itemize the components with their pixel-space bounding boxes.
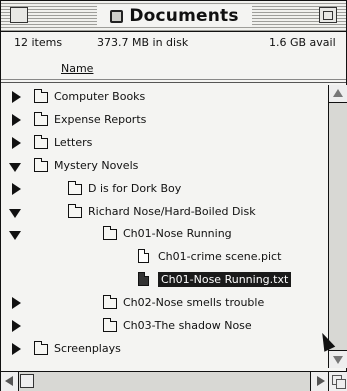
folder-window-icon xyxy=(110,9,124,23)
window-title: Documents xyxy=(129,6,239,26)
list-item[interactable]: Computer Books xyxy=(1,87,328,109)
list-item-label: Richard Nose/Hard-Boiled Disk xyxy=(88,204,256,218)
column-header-bar: Name xyxy=(1,55,346,83)
document-icon xyxy=(138,272,149,287)
list-item[interactable]: Ch02-Nose smells trouble xyxy=(1,293,328,315)
scroll-thumb[interactable] xyxy=(20,374,34,388)
horizontal-scrollbar[interactable] xyxy=(1,371,328,391)
list-item[interactable]: Letters xyxy=(1,133,328,155)
disk-usage: 373.7 MB in disk xyxy=(97,36,189,49)
disclosure-open-icon[interactable] xyxy=(9,208,21,218)
list-item-label: Ch01-crime scene.pict xyxy=(158,250,282,264)
folder-icon xyxy=(34,134,48,149)
scroll-right-arrow-icon[interactable] xyxy=(310,372,328,391)
list-item-label: Ch02-Nose smells trouble xyxy=(123,296,265,310)
folder-icon xyxy=(103,226,117,241)
finder-window: Documents 12 items 373.7 MB in disk 1.6 … xyxy=(0,0,347,391)
folder-icon xyxy=(103,295,117,310)
list-item-label: Computer Books xyxy=(54,90,146,103)
list-item[interactable]: Expense Reports xyxy=(1,110,328,132)
list-item[interactable]: Screenplays xyxy=(1,339,328,361)
list-item-label: Ch01-Nose Running xyxy=(123,227,232,241)
disclosure-closed-icon[interactable] xyxy=(12,136,21,149)
available-space: 1.6 GB avail xyxy=(269,36,336,49)
list-item-label: Screenplays xyxy=(54,341,121,355)
scroll-down-arrow-icon[interactable] xyxy=(329,350,347,368)
disclosure-closed-icon[interactable] xyxy=(12,91,21,103)
item-count: 12 items xyxy=(14,36,63,49)
info-bar: 12 items 373.7 MB in disk 1.6 GB avail xyxy=(1,32,346,52)
list-item[interactable]: Ch01-crime scene.pict xyxy=(1,247,328,269)
title-bar[interactable]: Documents xyxy=(1,1,346,32)
disclosure-open-icon[interactable] xyxy=(9,162,21,172)
list-item[interactable]: Mystery Novels xyxy=(1,156,328,178)
scroll-up-arrow-icon[interactable] xyxy=(329,85,347,103)
folder-icon xyxy=(68,203,82,218)
list-item-label: Ch03-The shadow Nose xyxy=(123,319,252,332)
header-divider xyxy=(1,79,346,80)
folder-icon xyxy=(34,89,48,103)
folder-icon xyxy=(34,157,48,172)
list-item-label: Expense Reports xyxy=(54,112,147,126)
column-header-name[interactable]: Name xyxy=(61,62,93,75)
list-item[interactable]: D is for Dork Boy xyxy=(1,179,328,201)
title-wrap: Documents xyxy=(97,5,252,27)
list-item[interactable]: Richard Nose/Hard-Boiled Disk xyxy=(1,202,328,224)
vertical-scrollbar[interactable] xyxy=(328,85,347,368)
folder-icon xyxy=(34,111,48,126)
disclosure-closed-icon[interactable] xyxy=(12,297,21,310)
disclosure-closed-icon[interactable] xyxy=(12,342,21,355)
disclosure-closed-icon[interactable] xyxy=(12,320,21,332)
list-item-label: Ch01-Nose Running.txt xyxy=(158,272,292,288)
document-icon xyxy=(138,249,149,264)
list-item[interactable]: Ch03-The shadow Nose xyxy=(1,316,328,338)
folder-icon xyxy=(103,318,117,332)
scroll-left-arrow-icon[interactable] xyxy=(1,372,19,391)
list-item-label: D is for Dork Boy xyxy=(88,181,182,195)
list-item-label: Letters xyxy=(54,135,93,149)
list-item-label: Mystery Novels xyxy=(54,158,139,172)
zoom-box-icon[interactable] xyxy=(319,7,337,23)
folder-icon xyxy=(68,180,82,195)
file-list: Computer Books Expense Reports Letters Myst… xyxy=(1,85,328,371)
disclosure-open-icon[interactable] xyxy=(9,231,21,241)
list-item[interactable]: Ch01-Nose Running.txt xyxy=(1,270,328,292)
disclosure-closed-icon[interactable] xyxy=(12,182,21,195)
folder-icon xyxy=(34,340,48,355)
resize-box-icon[interactable] xyxy=(328,371,347,391)
disclosure-closed-icon[interactable] xyxy=(12,113,21,126)
close-box-icon[interactable] xyxy=(10,7,28,23)
list-item[interactable]: Ch01-Nose Running xyxy=(1,224,328,246)
